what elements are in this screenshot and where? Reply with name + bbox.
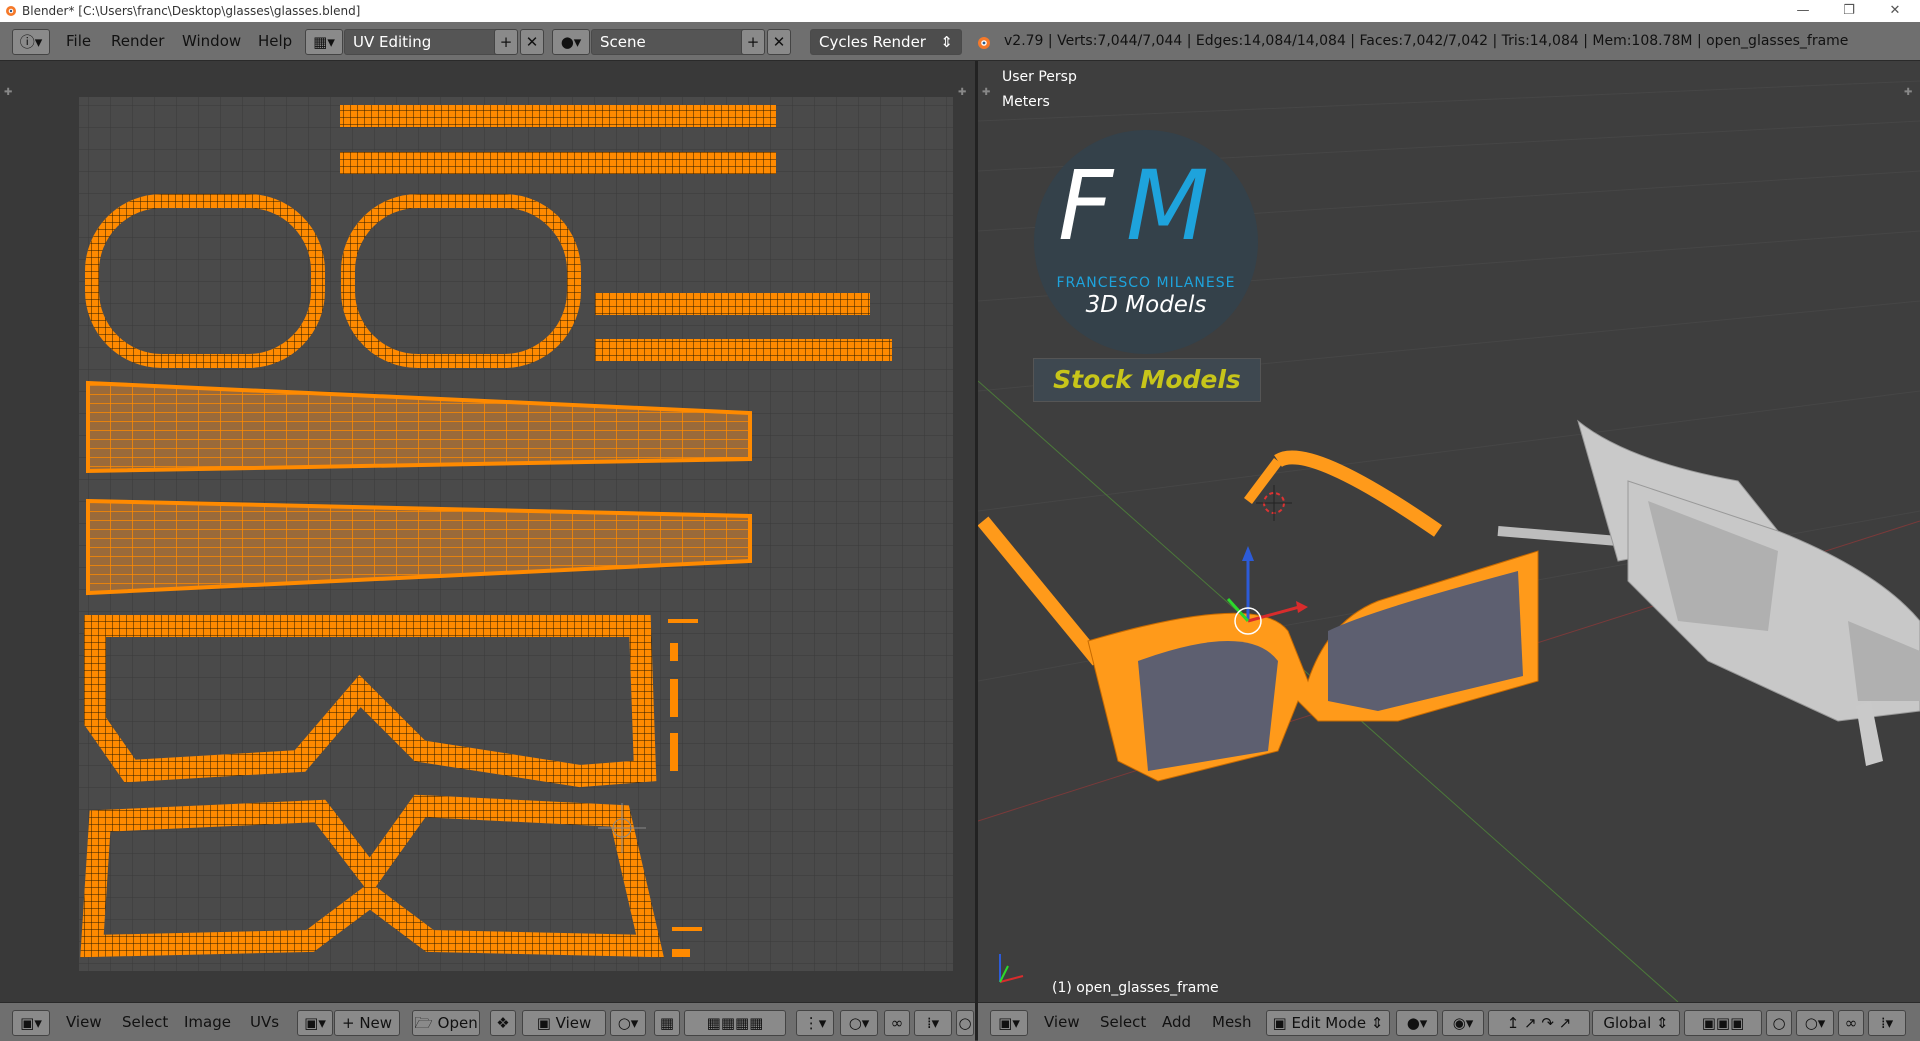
- screen-layout-field[interactable]: UV Editing: [344, 29, 507, 55]
- viewport-shading-dropdown[interactable]: ●▾: [1396, 1010, 1438, 1036]
- uv-menu-view[interactable]: View: [60, 1010, 108, 1034]
- screen-layout-selector[interactable]: ▦▾: [305, 29, 343, 55]
- dropdown-arrows-icon: ⇕: [1370, 1014, 1384, 1032]
- editor-type-image-button[interactable]: ▣▾: [12, 1010, 50, 1036]
- occlude-geometry-icon[interactable]: ○: [1766, 1010, 1792, 1036]
- uv-image-editor[interactable]: ✚ ✚: [0, 61, 975, 1002]
- close-icon[interactable]: ✕: [1872, 0, 1918, 22]
- add-screen-icon[interactable]: +: [494, 29, 518, 55]
- view-mode-icon: ▣: [536, 1014, 551, 1032]
- menu-render[interactable]: Render: [105, 29, 170, 53]
- menu-help[interactable]: Help: [252, 29, 298, 53]
- blender-logo-icon: [978, 37, 990, 49]
- minimize-icon[interactable]: —: [1780, 0, 1826, 22]
- window-titlebar: Blender* [C:\Users\franc\Desktop\glasses…: [0, 0, 1920, 22]
- proportional-edit-dropdown[interactable]: ○▾: [840, 1010, 878, 1036]
- menu-file[interactable]: File: [60, 29, 97, 53]
- scene-statistics: v2.79 | Verts:7,044/7,044 | Edges:14,084…: [1004, 33, 1849, 49]
- screen-layout-icon: ▦▾: [313, 33, 335, 51]
- logo-letter-f: F: [1058, 150, 1114, 262]
- uv-menu-uvs[interactable]: UVs: [244, 1010, 285, 1034]
- select-mode-buttons[interactable]: ▣▣▣: [1684, 1010, 1762, 1036]
- active-object-label: (1) open_glasses_frame: [1052, 980, 1219, 996]
- v3d-menu-view[interactable]: View: [1038, 1010, 1086, 1034]
- snap-element-dropdown[interactable]: ⁞▾: [1868, 1010, 1906, 1036]
- view-mode-dropdown[interactable]: ▣ View: [522, 1010, 606, 1036]
- editor-type-3d-button[interactable]: ▣▾: [990, 1010, 1028, 1036]
- uv-select-mode-buttons[interactable]: ▦▦▦▦: [684, 1010, 786, 1036]
- remove-screen-icon[interactable]: ✕: [520, 29, 544, 55]
- 3d-view-header: ▣▾ View Select Add Mesh ▣ Edit Mode ⇕ ●▾…: [978, 1002, 1920, 1041]
- view-mode-label: View: [555, 1014, 592, 1032]
- scene-field[interactable]: Scene: [591, 29, 754, 55]
- logo-tagline: 3D Models: [1085, 292, 1207, 318]
- transform-orientation-dropdown[interactable]: Global ⇕: [1592, 1010, 1680, 1036]
- pin-icon[interactable]: ❖: [490, 1010, 516, 1036]
- dropdown-arrows-icon: ⇕: [1656, 1014, 1669, 1032]
- add-scene-icon[interactable]: +: [741, 29, 765, 55]
- uv-canvas[interactable]: ✚ ✚: [0, 61, 975, 1002]
- region-expand-icon[interactable]: ✚: [4, 87, 12, 98]
- logo-letter-m: M: [1126, 150, 1209, 262]
- snap-element-dropdown[interactable]: ⁞▾: [914, 1010, 952, 1036]
- interaction-mode-dropdown[interactable]: ▣ Edit Mode ⇕: [1266, 1010, 1390, 1036]
- axis-orientation-gizmo: [999, 954, 1024, 983]
- snap-icon[interactable]: ∞: [1838, 1010, 1864, 1036]
- open-image-label: Open: [437, 1014, 478, 1032]
- orientation-label: Global: [1603, 1014, 1652, 1032]
- info-header: ⓘ▾ File Render Window Help ▦▾ UV Editing…: [0, 22, 1920, 61]
- sync-select-icon[interactable]: ▦: [654, 1010, 680, 1036]
- view-name-label: User Persp: [1002, 69, 1077, 85]
- region-expand-icon[interactable]: ✚: [958, 87, 966, 98]
- edit-mode-icon: ▣: [1272, 1014, 1287, 1032]
- uv-menu-select[interactable]: Select: [116, 1010, 174, 1034]
- v3d-menu-mesh[interactable]: Mesh: [1206, 1010, 1258, 1034]
- proportional-edit-dropdown[interactable]: ○▾: [1796, 1010, 1834, 1036]
- render-engine-dropdown[interactable]: Cycles Render ⇕: [810, 29, 962, 55]
- browse-image-button[interactable]: ▣▾: [297, 1010, 333, 1036]
- menu-window[interactable]: Window: [176, 29, 247, 53]
- new-image-label: New: [359, 1014, 393, 1032]
- manipulator-buttons[interactable]: ↥ ↗ ↷ ↗: [1488, 1010, 1590, 1036]
- units-label: Meters: [1002, 94, 1050, 110]
- folder-icon: 🗁: [414, 1014, 433, 1032]
- pivot-point-dropdown[interactable]: ◉▾: [1442, 1010, 1484, 1036]
- pivot-dropdown[interactable]: ○▾: [610, 1010, 646, 1036]
- region-expand-icon[interactable]: ✚: [1904, 87, 1912, 98]
- v3d-menu-select[interactable]: Select: [1094, 1010, 1152, 1034]
- editor-type-info-button[interactable]: ⓘ▾: [12, 29, 50, 55]
- render-engine-label: Cycles Render: [819, 33, 926, 51]
- remove-scene-icon[interactable]: ✕: [767, 29, 791, 55]
- region-expand-icon[interactable]: ✚: [982, 87, 990, 98]
- image-editor-icon: ▣▾: [20, 1014, 42, 1032]
- new-image-button[interactable]: + New: [334, 1010, 400, 1036]
- uv-editor-header: ▣▾ View Select Image UVs ▣▾ + New 🗁 Open…: [0, 1002, 975, 1041]
- sticky-select-dropdown[interactable]: ⋮▾: [796, 1010, 834, 1036]
- 3d-view-icon: ▣▾: [998, 1014, 1020, 1032]
- render-icon[interactable]: ○: [956, 1010, 974, 1036]
- snap-icon[interactable]: ∞: [884, 1010, 910, 1036]
- v3d-menu-add[interactable]: Add: [1156, 1010, 1197, 1034]
- open-image-button[interactable]: 🗁 Open: [412, 1010, 480, 1036]
- stock-models-banner: Stock Models: [1033, 358, 1261, 402]
- glasses-model-closed[interactable]: [1497, 419, 1920, 766]
- maximize-icon[interactable]: ❐: [1826, 0, 1872, 22]
- scene-icon: ●▾: [560, 33, 582, 51]
- interaction-mode-label: Edit Mode: [1291, 1014, 1367, 1032]
- info-icon: ⓘ▾: [19, 33, 43, 51]
- logo-author: FRANCESCO MILANESE: [1056, 275, 1236, 291]
- uv-menu-image[interactable]: Image: [178, 1010, 237, 1034]
- blender-logo-icon: [6, 6, 16, 16]
- window-title: Blender* [C:\Users\franc\Desktop\glasses…: [22, 4, 361, 18]
- plus-icon: +: [341, 1014, 355, 1032]
- dropdown-arrows-icon: ⇕: [940, 33, 953, 51]
- scene-selector[interactable]: ●▾: [552, 29, 590, 55]
- image-browse-icon: ▣▾: [304, 1014, 326, 1032]
